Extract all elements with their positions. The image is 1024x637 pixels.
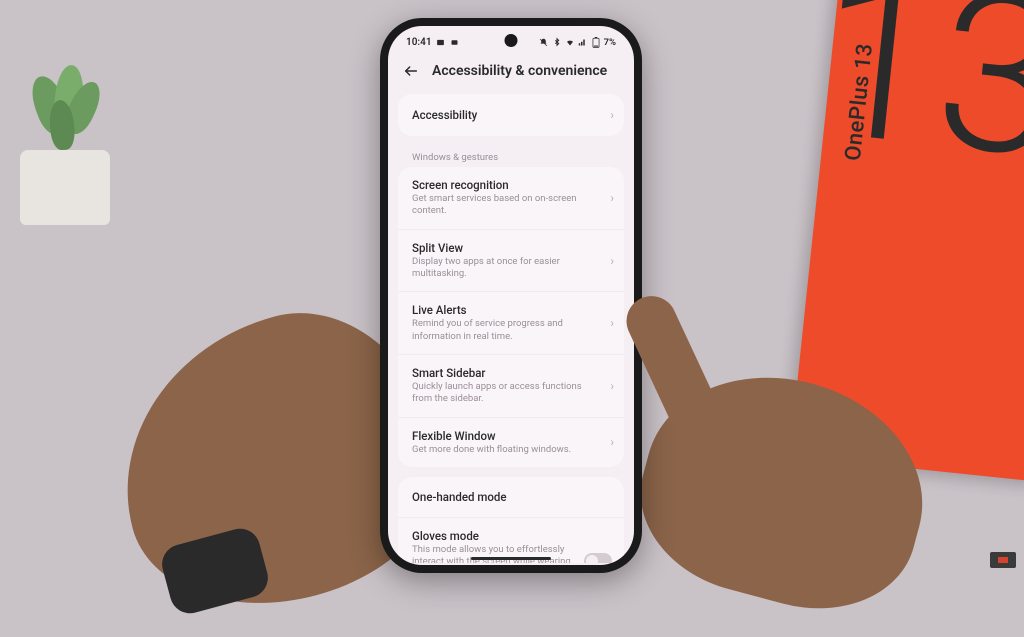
item-title: Accessibility (412, 108, 610, 122)
desk-plant (0, 25, 160, 225)
item-one-handed-mode[interactable]: One-handed mode (398, 477, 624, 518)
status-time: 10:41 (406, 37, 432, 48)
chevron-right-icon: › (610, 108, 614, 122)
gesture-bar[interactable] (471, 557, 551, 560)
item-smart-sidebar[interactable]: Smart Sidebar Quickly launch apps or acc… (398, 355, 624, 418)
notification-icon-1 (436, 37, 446, 47)
group-modes: One-handed mode Gloves mode This mode al… (398, 477, 624, 563)
chevron-right-icon: › (610, 191, 614, 205)
wifi-icon (565, 37, 575, 47)
section-header-windows: Windows & gestures (398, 146, 624, 167)
item-accessibility[interactable]: Accessibility › (398, 94, 624, 136)
item-title: Flexible Window (412, 429, 610, 443)
battery-percent: 7% (604, 37, 616, 48)
item-desc: Remind you of service progress and infor… (412, 318, 610, 343)
phone-screen: 10:41 (388, 26, 634, 565)
item-flexible-window[interactable]: Flexible Window Get more done with float… (398, 418, 624, 467)
item-desc: Display two apps at once for easier mult… (412, 256, 610, 281)
page-title: Accessibility & convenience (432, 63, 607, 79)
box-number: 13 (806, 0, 1024, 191)
item-split-view[interactable]: Split View Display two apps at once for … (398, 230, 624, 293)
item-title: Split View (412, 241, 610, 255)
settings-content[interactable]: Accessibility › Windows & gestures Scree… (388, 94, 634, 563)
notification-icon-2 (450, 37, 460, 47)
back-button[interactable] (402, 62, 420, 80)
battery-icon (591, 37, 601, 47)
chevron-right-icon: › (610, 435, 614, 449)
toggle-knob (586, 555, 598, 563)
item-desc: Quickly launch apps or access functions … (412, 381, 610, 406)
item-title: Gloves mode (412, 529, 610, 543)
gloves-mode-toggle[interactable] (584, 553, 612, 563)
item-desc: Get more done with floating windows. (412, 444, 610, 456)
item-live-alerts[interactable]: Live Alerts Remind you of service progre… (398, 292, 624, 355)
item-title: One-handed mode (412, 490, 610, 504)
item-title: Screen recognition (412, 178, 610, 192)
page-header: Accessibility & convenience (388, 54, 634, 94)
chevron-right-icon: › (610, 316, 614, 330)
watermark-icon (990, 552, 1016, 568)
item-title: Live Alerts (412, 303, 610, 317)
item-desc: This mode allows you to effortlessly int… (412, 544, 610, 563)
chevron-right-icon: › (610, 254, 614, 268)
bluetooth-icon (552, 37, 562, 47)
camera-cutout (505, 34, 518, 47)
signal-icon (578, 37, 588, 47)
item-title: Smart Sidebar (412, 366, 610, 380)
item-screen-recognition[interactable]: Screen recognition Get smart services ba… (398, 167, 624, 230)
phone-frame: 10:41 (380, 18, 642, 573)
mute-icon (539, 37, 549, 47)
item-desc: Get smart services based on on-screen co… (412, 193, 610, 218)
chevron-right-icon: › (610, 379, 614, 393)
group-windows-gestures: Screen recognition Get smart services ba… (398, 167, 624, 467)
group-accessibility: Accessibility › (398, 94, 624, 136)
